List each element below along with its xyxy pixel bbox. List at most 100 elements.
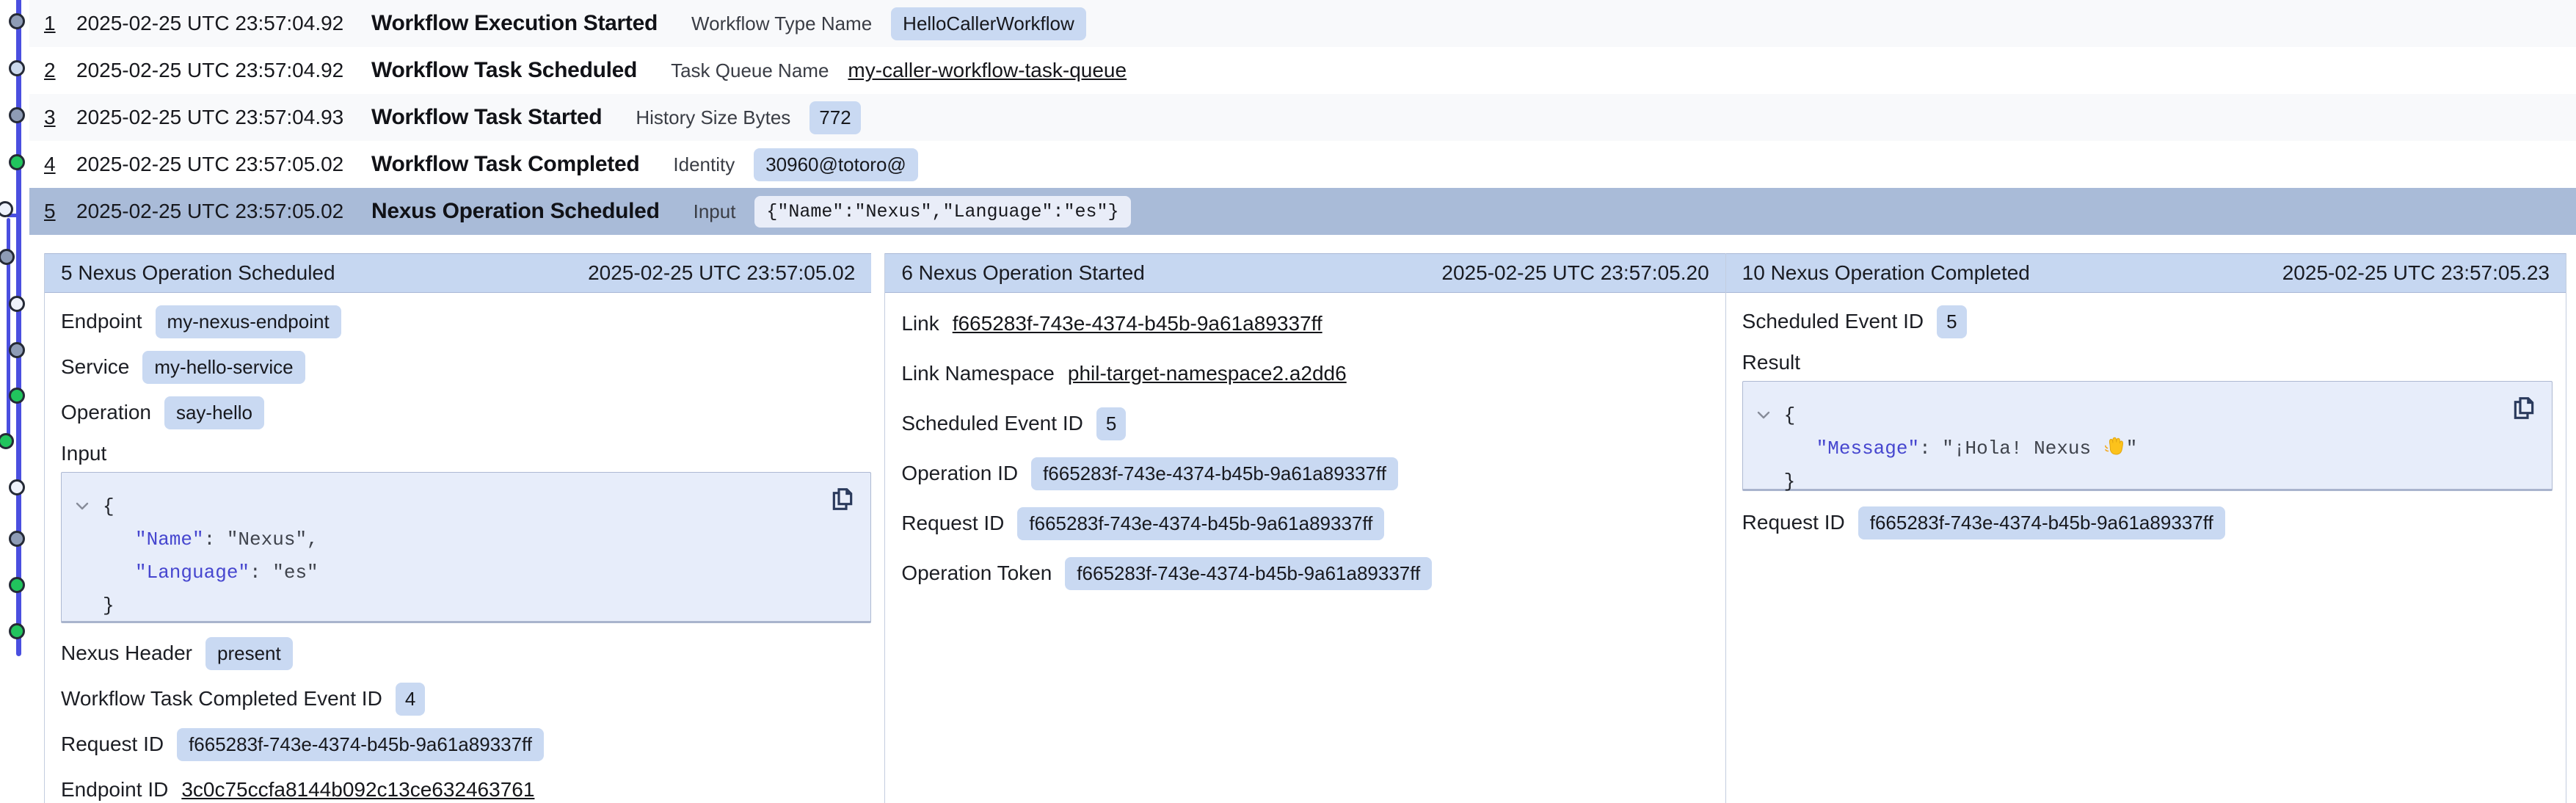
timeline-rail (0, 0, 29, 803)
event-name: Nexus Operation Scheduled (371, 199, 660, 224)
detail-row-scheduled-event-id: Scheduled Event ID 5 (1742, 299, 2553, 344)
detail-value-badge: 4 (396, 683, 425, 716)
event-name: Workflow Task Started (371, 105, 602, 130)
json-close-brace: } (62, 589, 870, 622)
event-name: Workflow Task Scheduled (371, 58, 637, 83)
timeline-dot (9, 479, 25, 495)
json-line: "Name": "Nexus", (62, 523, 870, 556)
workflow-history-view: 1 2025-02-25 UTC 23:57:04.92 Workflow Ex… (0, 0, 2576, 803)
event-row[interactable]: 3 2025-02-25 UTC 23:57:04.93 Workflow Ta… (29, 94, 2576, 141)
timeline-dot (9, 531, 25, 547)
detail-row-nexus-header: Nexus Header present (61, 631, 871, 676)
json-line: "Message": "¡Hola! Nexus " (1743, 432, 2552, 465)
event-attr-label: History Size Bytes (636, 106, 790, 129)
event-attr-label: Input (694, 200, 736, 223)
timeline-dot (9, 60, 25, 76)
input-json-viewer: { "Name": "Nexus", "Language": "es" } (61, 472, 871, 623)
event-timestamp: 2025-02-25 UTC 23:57:05.02 (76, 200, 371, 223)
panel-header: 5 Nexus Operation Scheduled 2025-02-25 U… (45, 253, 871, 293)
detail-label: Link Namespace (901, 362, 1055, 385)
event-timestamp: 2025-02-25 UTC 23:57:04.93 (76, 106, 371, 129)
detail-label: Nexus Header (61, 642, 192, 665)
waving-hand-emoji (2103, 434, 2126, 457)
panel-header: 10 Nexus Operation Completed 2025-02-25 … (1726, 253, 2566, 293)
panel-nexus-operation-started: 6 Nexus Operation Started 2025-02-25 UTC… (884, 253, 1725, 803)
detail-label: Result (1742, 351, 1800, 374)
detail-row-link-namespace: Link Namespace phil-target-namespace2.a2… (901, 349, 1711, 399)
detail-label: Operation (61, 401, 151, 424)
event-row-selected[interactable]: 5 2025-02-25 UTC 23:57:05.02 Nexus Opera… (29, 188, 2576, 235)
timeline-dot (9, 623, 25, 639)
event-link[interactable]: f665283f-743e-4374-b45b-9a61a89337ff (953, 312, 1322, 335)
panel-timestamp: 2025-02-25 UTC 23:57:05.02 (588, 261, 855, 285)
detail-value-badge: 5 (1937, 305, 1966, 338)
chevron-down-icon[interactable] (1755, 406, 1772, 424)
timeline-dot (9, 154, 25, 170)
panel-title: 10 Nexus Operation Completed (1742, 261, 2030, 285)
event-row[interactable]: 4 2025-02-25 UTC 23:57:05.02 Workflow Ta… (29, 141, 2576, 188)
detail-row-endpoint-id: Endpoint ID 3c0c75ccfa8144b092c13ce63246… (61, 767, 871, 803)
detail-row-scheduled-event-id: Scheduled Event ID 5 (901, 399, 1711, 448)
timeline-dot (9, 13, 25, 29)
chevron-down-icon[interactable] (73, 497, 91, 515)
panel-timestamp: 2025-02-25 UTC 23:57:05.20 (1441, 261, 1709, 285)
event-timestamp: 2025-02-25 UTC 23:57:04.92 (76, 59, 371, 82)
detail-row-operation: Operation say-hello (61, 390, 871, 435)
detail-label: Scheduled Event ID (901, 412, 1083, 435)
timeline-dot (9, 388, 25, 404)
event-attr-value-badge: HelloCallerWorkflow (891, 7, 1086, 40)
panel-header: 6 Nexus Operation Started 2025-02-25 UTC… (885, 253, 1725, 293)
detail-label: Workflow Task Completed Event ID (61, 687, 382, 711)
detail-label: Request ID (1742, 511, 1845, 534)
detail-row-service: Service my-hello-service (61, 344, 871, 390)
event-name: Workflow Execution Started (371, 11, 658, 36)
detail-label: Endpoint ID (61, 778, 168, 802)
detail-value-badge: 5 (1096, 407, 1126, 440)
timeline-dot (9, 296, 25, 312)
detail-row-endpoint: Endpoint my-nexus-endpoint (61, 299, 871, 344)
json-line: "Language": "es" (62, 556, 870, 589)
json-open-brace: { (1743, 399, 2552, 432)
detail-row-operation-token: Operation Token f665283f-743e-4374-b45b-… (901, 548, 1711, 598)
event-timestamp: 2025-02-25 UTC 23:57:04.92 (76, 12, 371, 35)
panel-body: Endpoint my-nexus-endpoint Service my-he… (45, 293, 884, 803)
result-json-viewer: { "Message": "¡Hola! Nexus " } (1742, 381, 2553, 491)
timeline-dot (0, 433, 14, 449)
detail-label: Operation ID (901, 462, 1018, 485)
event-input-badge: {"Name":"Nexus","Language":"es"} (754, 196, 1130, 228)
event-row[interactable]: 1 2025-02-25 UTC 23:57:04.92 Workflow Ex… (29, 0, 2576, 47)
timeline-dot (9, 342, 25, 358)
event-id-link[interactable]: 2 (44, 59, 76, 82)
copy-button[interactable] (828, 484, 857, 514)
detail-row-link: Link f665283f-743e-4374-b45b-9a61a89337f… (901, 299, 1711, 349)
detail-value-badge: f665283f-743e-4374-b45b-9a61a89337ff (1017, 507, 1384, 540)
copy-button[interactable] (2509, 393, 2539, 423)
event-row[interactable]: 2 2025-02-25 UTC 23:57:04.92 Workflow Ta… (29, 47, 2576, 94)
copy-icon (2509, 393, 2539, 423)
result-label-row: Result (1742, 344, 2553, 381)
detail-label: Request ID (61, 733, 164, 756)
detail-label: Link (901, 312, 939, 335)
panel-timestamp: 2025-02-25 UTC 23:57:05.23 (2282, 261, 2550, 285)
detail-value-badge: f665283f-743e-4374-b45b-9a61a89337ff (1031, 457, 1398, 490)
detail-value-badge: f665283f-743e-4374-b45b-9a61a89337ff (1065, 557, 1432, 590)
event-id-link[interactable]: 4 (44, 153, 76, 176)
event-attr-value-badge: 30960@totoro@ (754, 148, 918, 181)
event-attr-label: Workflow Type Name (691, 12, 872, 35)
task-queue-link[interactable]: my-caller-workflow-task-queue (848, 59, 1127, 82)
event-id-link[interactable]: 1 (44, 12, 76, 35)
input-label-row: Input (61, 435, 871, 472)
event-id-link[interactable]: 5 (44, 200, 76, 223)
event-id-link[interactable]: 3 (44, 106, 76, 129)
detail-row-wtc-event-id: Workflow Task Completed Event ID 4 (61, 676, 871, 722)
event-attr-value-badge: 772 (809, 101, 860, 134)
detail-value-badge: f665283f-743e-4374-b45b-9a61a89337ff (1858, 506, 2225, 539)
panel-nexus-operation-scheduled: 5 Nexus Operation Scheduled 2025-02-25 U… (44, 253, 884, 803)
event-history-table: 1 2025-02-25 UTC 23:57:04.92 Workflow Ex… (29, 0, 2576, 235)
detail-label: Input (61, 442, 106, 465)
detail-label: Request ID (901, 512, 1004, 535)
timeline-dot (9, 107, 25, 123)
detail-row-request-id: Request ID f665283f-743e-4374-b45b-9a61a… (1742, 500, 2553, 545)
namespace-link[interactable]: phil-target-namespace2.a2dd6 (1068, 362, 1347, 385)
endpoint-id-link[interactable]: 3c0c75ccfa8144b092c13ce632463761 (181, 778, 534, 802)
